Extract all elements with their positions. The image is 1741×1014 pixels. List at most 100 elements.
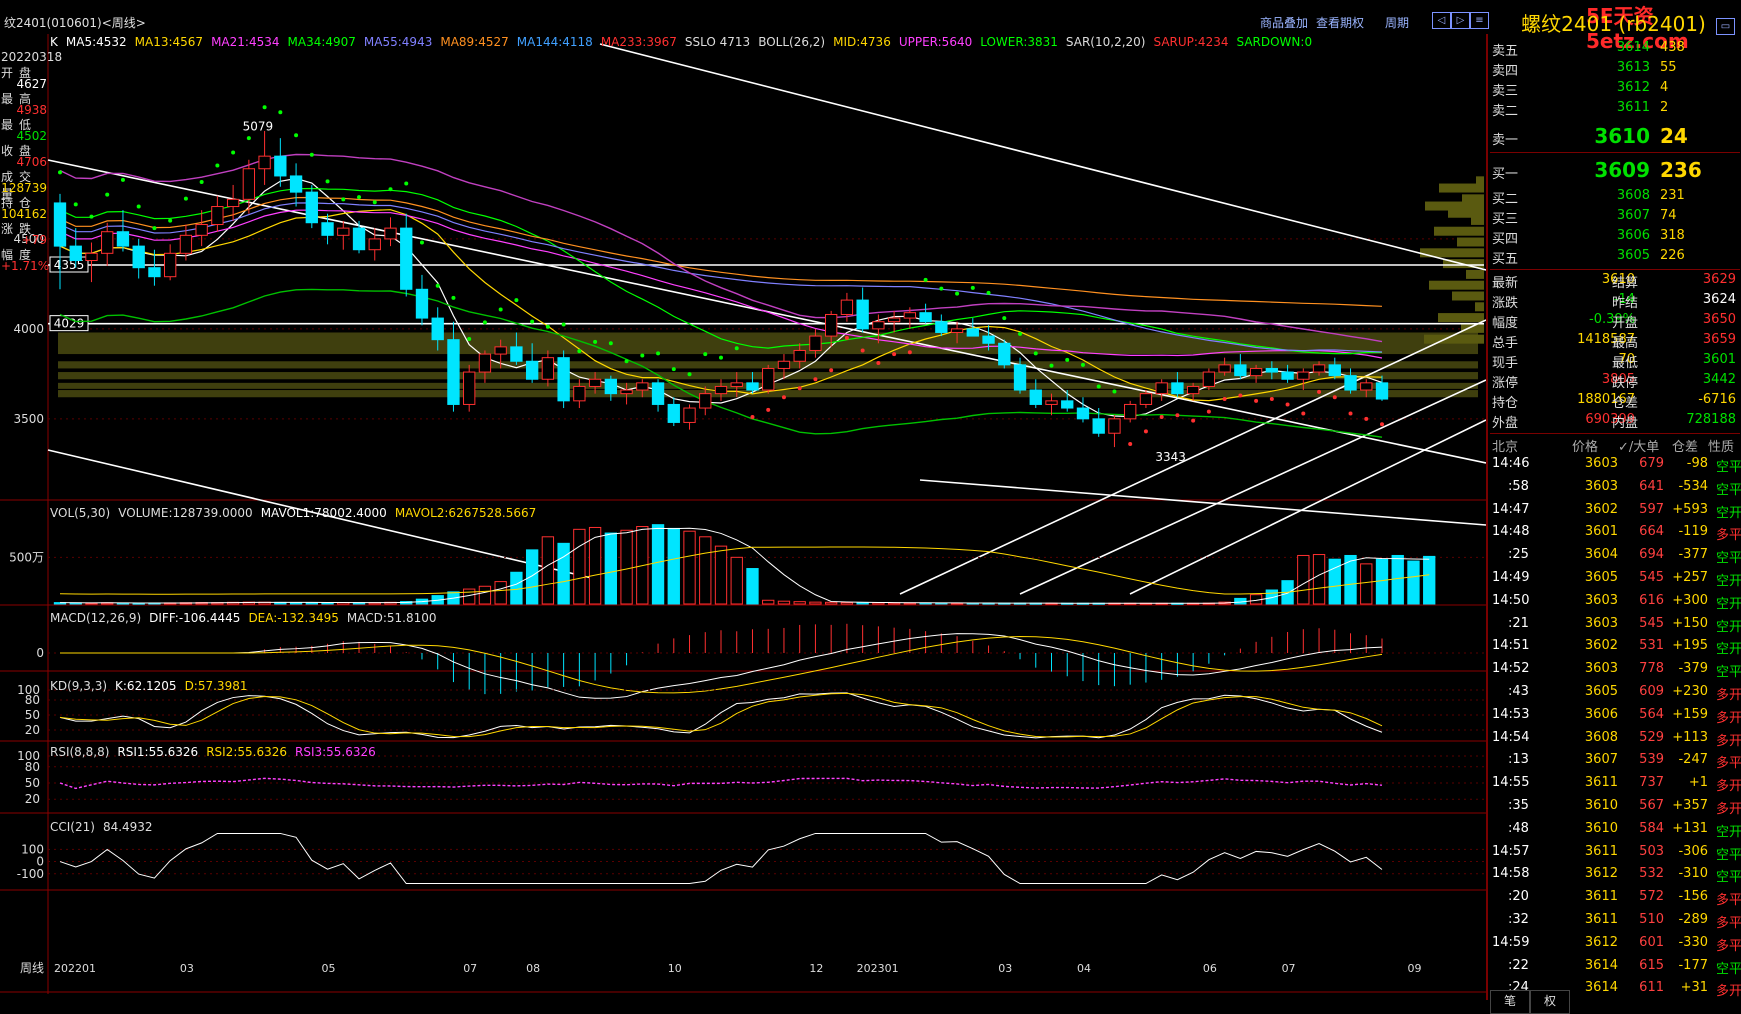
stat-row: 总手 1418587 最高 3659 bbox=[1490, 332, 1740, 352]
sar-dot bbox=[608, 341, 613, 346]
sar-dot bbox=[844, 335, 849, 340]
bar-info-value: +79 bbox=[21, 233, 47, 247]
tick-type: 空平 bbox=[1715, 870, 1741, 886]
tick-volume: 539 bbox=[1639, 752, 1664, 768]
legend-item: MAVOL1:78002.4000 bbox=[260, 506, 387, 520]
bid-volume: 226 bbox=[1660, 248, 1685, 263]
candle-body bbox=[620, 389, 633, 395]
period-link[interactable]: 周期 bbox=[1385, 14, 1409, 31]
tick-time: :48 bbox=[1508, 820, 1529, 836]
top-bar: 纹2401(010601)<周线> 商品叠加 查看期权 周期 ◁ ▷ ≡ ▭ 5… bbox=[0, 0, 1741, 53]
book-separator bbox=[1490, 433, 1740, 434]
legend-item: MACD:51.8100 bbox=[346, 611, 437, 625]
tick-volume: 664 bbox=[1639, 524, 1664, 540]
stat-label: 最新 bbox=[1492, 276, 1519, 291]
x-tick-label: 07 bbox=[463, 962, 477, 975]
tab-rights[interactable]: 权 bbox=[1530, 990, 1570, 1014]
candle-body bbox=[651, 382, 665, 405]
sar-dot bbox=[168, 218, 173, 223]
sar-dot bbox=[750, 415, 755, 420]
next-icon[interactable]: ▷ bbox=[1451, 12, 1470, 29]
volume-bar bbox=[793, 601, 806, 605]
prev-icon[interactable]: ◁ bbox=[1432, 12, 1451, 29]
tick-price: 3612 bbox=[1584, 934, 1618, 950]
tick-volume: 584 bbox=[1639, 820, 1664, 836]
candle-body bbox=[321, 222, 334, 236]
sar-dot bbox=[325, 179, 330, 184]
stat-label: 幅度 bbox=[1492, 316, 1519, 331]
sar-dot bbox=[435, 283, 440, 288]
tick-volume: 694 bbox=[1639, 547, 1664, 563]
bar-info-value: 4706 bbox=[16, 155, 47, 169]
candle-body bbox=[982, 335, 995, 344]
tick-row: 14:46 3603 679 -98 空平 bbox=[1490, 456, 1741, 478]
volume-bar bbox=[809, 601, 822, 605]
candle-body bbox=[699, 393, 712, 409]
tick-type: 多开 bbox=[1715, 733, 1741, 749]
tick-time: 14:54 bbox=[1492, 729, 1530, 745]
chart-area[interactable]: 4500 4000 3500 4355 4029 5079 3343 500万 0 100 80 50… bbox=[0, 34, 1486, 1000]
tick-row: 14:57 3611 503 -306 空平 bbox=[1490, 843, 1741, 866]
sar-dot bbox=[624, 359, 629, 364]
legend-item: CCI(21) bbox=[50, 820, 95, 834]
bar-info-value: +1.71% bbox=[1, 259, 50, 273]
tick-price: 3608 bbox=[1584, 729, 1618, 745]
legend-item: MAVOL2:6267528.5667 bbox=[394, 506, 537, 520]
stat-row: 涨跌 -14 昨结 3624 bbox=[1490, 292, 1740, 312]
volume-profile-bar bbox=[1466, 269, 1484, 279]
candle-body bbox=[53, 202, 67, 247]
candle-body bbox=[1139, 393, 1153, 405]
tick-time: :25 bbox=[1508, 547, 1529, 563]
sar-dot bbox=[1380, 422, 1384, 427]
candle-body bbox=[1249, 367, 1263, 377]
view-options-link[interactable]: 查看期权 bbox=[1316, 14, 1364, 31]
trend-line bbox=[919, 479, 1486, 526]
candle-body bbox=[101, 231, 114, 254]
sar-dot bbox=[1191, 418, 1196, 423]
sar-dot bbox=[294, 133, 299, 138]
tick-row: 14:52 3603 778 -379 空平 bbox=[1490, 661, 1741, 683]
volume-bar bbox=[494, 581, 507, 605]
tick-volume: 564 bbox=[1639, 706, 1664, 722]
legend-item: MACD(12,26,9) bbox=[50, 611, 142, 625]
candle-body bbox=[809, 335, 822, 351]
legend-item: MID:4736 bbox=[833, 35, 891, 49]
tick-row: :25 3604 694 -377 空平 bbox=[1490, 547, 1741, 569]
bid-price: 3606 bbox=[1616, 228, 1650, 243]
volume-bar bbox=[730, 556, 743, 605]
tick-volume: 510 bbox=[1639, 912, 1664, 927]
overlay-commodity-link[interactable]: 商品叠加 bbox=[1260, 14, 1308, 31]
sar-dot bbox=[734, 346, 739, 351]
rsi-legend: RSI(8,8,8) RSI1:55.6326 RSI2:55.6326 RSI3:5… bbox=[50, 745, 384, 759]
tick-type: 空开 bbox=[1715, 596, 1741, 612]
legend-item: RSI3:55.6326 bbox=[294, 745, 376, 759]
tick-time: :43 bbox=[1508, 684, 1529, 699]
volume-bar bbox=[510, 571, 523, 605]
sar-dot bbox=[246, 136, 251, 141]
legend-item: VOL(5,30) bbox=[50, 506, 111, 520]
tick-row: 14:49 3605 545 +257 空开 bbox=[1490, 570, 1741, 592]
sar-dot bbox=[89, 214, 94, 219]
sar-dot bbox=[797, 386, 802, 391]
volume-bar bbox=[525, 549, 539, 605]
tab-ticks[interactable]: 笔 bbox=[1490, 990, 1530, 1014]
candle-body bbox=[525, 360, 539, 380]
tick-time: 14:57 bbox=[1492, 843, 1530, 859]
vol-tick-label: 500万 bbox=[9, 550, 44, 564]
sar-dot bbox=[357, 195, 362, 200]
ask-row: 卖五 3614 438 bbox=[1490, 40, 1740, 60]
tick-price: 3602 bbox=[1584, 638, 1618, 654]
ask-volume: 2 bbox=[1660, 100, 1669, 115]
volume-bar bbox=[699, 536, 712, 605]
x-tick-label: 04 bbox=[1077, 962, 1091, 975]
tick-volume: 529 bbox=[1639, 729, 1664, 745]
bid-row: 买三 3607 74 bbox=[1490, 208, 1740, 228]
sar-dot bbox=[1112, 389, 1117, 394]
candle-body bbox=[541, 357, 555, 380]
candle-body bbox=[1202, 371, 1216, 387]
x-tick-label: 10 bbox=[668, 962, 682, 975]
tick-volume: 503 bbox=[1639, 843, 1664, 859]
tick-row: 14:51 3602 531 +195 空开 bbox=[1490, 638, 1741, 660]
tick-volume: 572 bbox=[1639, 889, 1664, 905]
tick-row: :35 3610 567 +357 多开 bbox=[1490, 798, 1741, 820]
